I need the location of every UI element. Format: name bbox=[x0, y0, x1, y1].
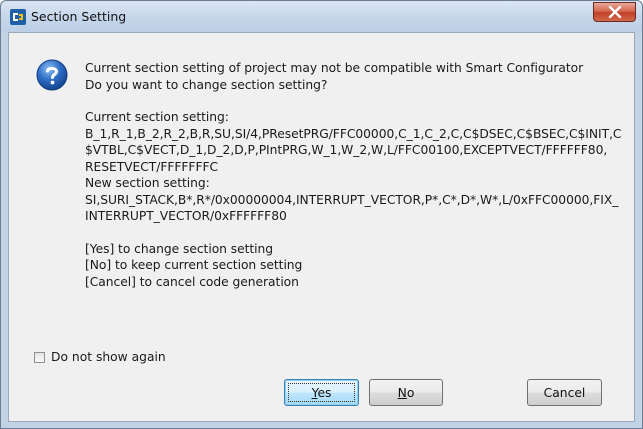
current-setting-line: B_1,R_1,B_2,R_2,B,R,SU,SI/4,PResetPRG/FF… bbox=[85, 126, 622, 141]
no-button-label: No bbox=[397, 385, 415, 400]
cancel-button[interactable]: Cancel bbox=[527, 379, 602, 406]
current-setting-line: $VTBL,C$VECT,D_1,D_2,D,P,PIntPRG,W_1,W_2… bbox=[85, 143, 608, 157]
option-line: [No] to keep current section setting bbox=[85, 258, 303, 272]
checkbox-box[interactable] bbox=[34, 351, 45, 363]
new-setting-line: SI,SURI_STACK,B*,R*/0x00000004,INTERRUPT… bbox=[85, 192, 619, 207]
dialog-body: Current section setting of project may n… bbox=[8, 32, 635, 422]
option-line: [Yes] to change section setting bbox=[85, 241, 274, 256]
do-not-show-again-checkbox[interactable]: Do not show again bbox=[34, 349, 166, 365]
close-icon bbox=[608, 6, 622, 18]
close-button[interactable] bbox=[593, 2, 636, 22]
checkbox-label[interactable]: Do not show again bbox=[51, 350, 166, 364]
message-line: Do you want to change section setting? bbox=[85, 77, 328, 92]
option-line: [Cancel] to cancel code generation bbox=[85, 274, 299, 289]
new-setting-heading: New section setting: bbox=[85, 176, 210, 190]
message-text: Current section setting of project may n… bbox=[85, 60, 630, 290]
current-setting-line: RESETVECT/FFFFFFFC bbox=[85, 159, 219, 174]
title-bar[interactable]: Section Setting bbox=[1, 1, 642, 32]
app-logo-icon bbox=[10, 9, 26, 25]
new-setting-line: INTERRUPT_VECTOR/0xFFFFFF80 bbox=[85, 209, 287, 223]
question-icon bbox=[36, 59, 68, 91]
current-setting-heading: Current section setting: bbox=[85, 110, 229, 124]
yes-button[interactable]: Yes bbox=[284, 379, 359, 406]
cancel-button-label: Cancel bbox=[543, 385, 586, 400]
no-button[interactable]: No bbox=[369, 379, 443, 406]
message-line: Current section setting of project may n… bbox=[85, 61, 584, 75]
dialog-window: Section Setting Current section setting … bbox=[0, 0, 643, 429]
window-title: Section Setting bbox=[31, 9, 127, 24]
